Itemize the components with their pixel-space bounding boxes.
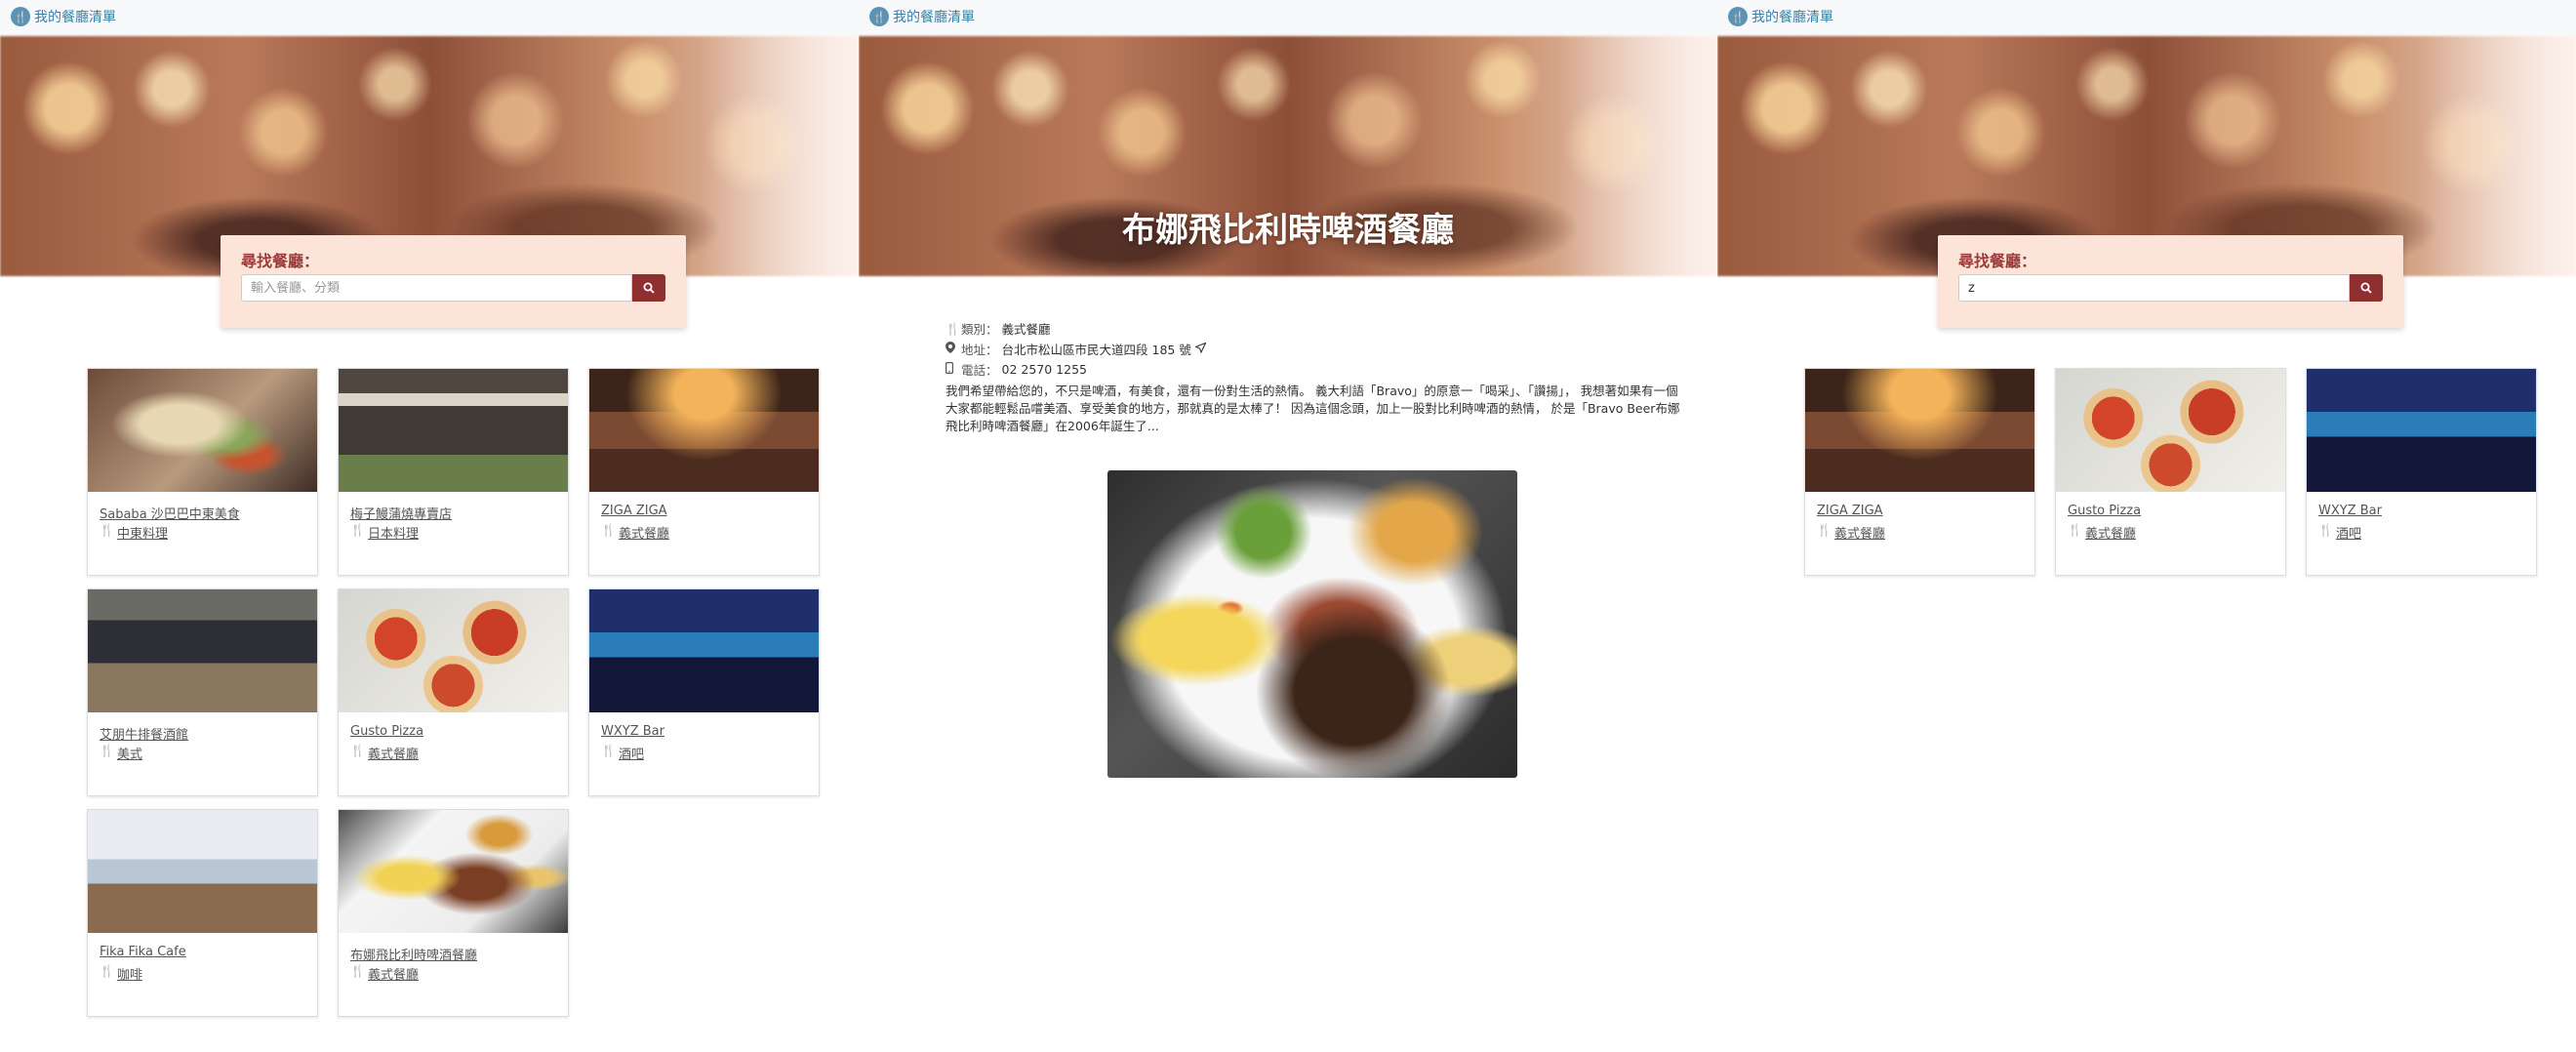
restaurant-card[interactable]: Gusto Pizza 🍴 義式餐廳 <box>2055 368 2286 576</box>
search-title: 尋找餐廳： <box>1958 252 2037 270</box>
brand-label: 我的餐廳清單 <box>34 10 116 25</box>
search-input[interactable] <box>1958 274 2350 302</box>
restaurant-name[interactable]: 艾朋牛排餐酒館 <box>100 724 188 743</box>
search-panel: 尋找餐廳： <box>221 235 686 328</box>
utensils-icon: 🍴 <box>946 321 960 336</box>
utensils-icon: 🍴 <box>350 964 365 978</box>
restaurant-thumbnail[interactable] <box>589 369 819 492</box>
category-value: 義式餐廳 <box>1001 322 1051 337</box>
category-row: 🍴 類別： 義式餐廳 <box>946 318 1679 339</box>
restaurant-card[interactable]: 梅子鰻蒲燒專賣店 🍴 日本料理 <box>338 368 569 576</box>
search-results-page: 🍴 我的餐廳清單 尋找餐廳： ZIGA ZIGA 🍴義式餐廳 Gusto Piz… <box>1717 0 2576 1052</box>
restaurant-name[interactable]: 梅子鰻蒲燒專賣店 <box>350 504 452 522</box>
phone-row: 電話： 02 2570 1255 <box>946 359 1679 380</box>
restaurant-thumbnail[interactable] <box>1805 369 2034 492</box>
restaurant-category: 🍴 酒吧 <box>601 744 644 762</box>
restaurant-thumbnail[interactable] <box>2056 369 2285 492</box>
detail-page: 🍴 我的餐廳清單 布娜飛比利時啤酒餐廳 🍴 類別： 義式餐廳 地址： 台北市松山… <box>859 0 1717 1052</box>
utensils-icon: 🍴 <box>100 744 114 757</box>
brand-link[interactable]: 🍴 我的餐廳清單 <box>1728 7 1833 26</box>
restaurant-card[interactable]: 艾朋牛排餐酒館 🍴 美式 <box>87 588 318 796</box>
utensils-icon: 🍴 <box>100 523 114 537</box>
search-button[interactable] <box>632 274 665 302</box>
restaurant-card[interactable]: WXYZ Bar 🍴 酒吧 <box>588 588 820 796</box>
search-title: 尋找餐廳： <box>241 252 320 270</box>
restaurant-card[interactable]: 布娜飛比利時啤酒餐廳 🍴 義式餐廳 <box>338 809 569 1017</box>
restaurant-card[interactable]: Fika Fika Cafe 🍴 咖啡 <box>87 809 318 1017</box>
restaurant-card[interactable]: ZIGA ZIGA 🍴 義式餐廳 <box>588 368 820 576</box>
search-icon <box>2360 282 2372 294</box>
utensils-icon: 🍴 <box>2068 523 2082 537</box>
phone-icon <box>946 362 957 377</box>
restaurant-category: 🍴 義式餐廳 <box>2068 523 2136 542</box>
navbar: 🍴 我的餐廳清單 <box>0 0 859 36</box>
restaurant-thumbnail[interactable] <box>339 810 568 933</box>
restaurant-description: 我們希望帶給您的，不只是啤酒，有美食，還有一份對生活的熱情。 義大利語「Brav… <box>946 384 1680 433</box>
phone-label: 電話： <box>961 363 998 378</box>
phone-value: 02 2570 1255 <box>1001 362 1087 377</box>
utensils-icon: 🍴 <box>601 523 616 537</box>
restaurant-thumbnail[interactable] <box>88 810 317 933</box>
restaurant-name[interactable]: 布娜飛比利時啤酒餐廳 <box>350 945 477 963</box>
restaurant-name[interactable]: WXYZ Bar <box>601 724 664 739</box>
address-row: 地址： 台北市松山區市民大道四段 185 號 <box>946 339 1679 359</box>
address-value: 台北市松山區市民大道四段 185 號 <box>1001 343 1191 357</box>
restaurant-name[interactable]: WXYZ Bar <box>2318 504 2382 518</box>
utensils-icon: 🍴 <box>2318 523 2333 537</box>
restaurant-category: 🍴 咖啡 <box>100 964 142 983</box>
restaurant-category: 🍴 酒吧 <box>2318 523 2361 542</box>
location-arrow-icon[interactable] <box>1193 342 1207 356</box>
restaurant-category: 🍴 義式餐廳 <box>350 744 419 762</box>
restaurant-photo <box>1107 470 1517 778</box>
index-page: 🍴 我的餐廳清單 尋找餐廳： Sababa 沙巴巴中東美食 🍴中東料理 梅子鰻蒲… <box>0 0 859 1052</box>
utensils-icon: 🍴 <box>1817 523 1831 537</box>
restaurant-category: 🍴 中東料理 <box>100 523 168 542</box>
restaurant-thumbnail[interactable] <box>88 369 317 492</box>
restaurant-name[interactable]: Sababa 沙巴巴中東美食 <box>100 504 240 522</box>
restaurant-name[interactable]: Fika Fika Cafe <box>100 945 186 959</box>
restaurant-title: 布娜飛比利時啤酒餐廳 <box>1122 211 1454 250</box>
restaurant-name[interactable]: ZIGA ZIGA <box>601 504 667 518</box>
navbar: 🍴 我的餐廳清單 <box>1717 0 2576 36</box>
restaurant-thumbnail[interactable] <box>88 589 317 712</box>
search-input[interactable] <box>241 274 632 302</box>
restaurant-category: 🍴 美式 <box>100 744 142 762</box>
restaurant-name[interactable]: ZIGA ZIGA <box>1817 504 1883 518</box>
brand-link[interactable]: 🍴 我的餐廳清單 <box>869 7 975 26</box>
utensils-icon: 🍴 <box>869 7 889 26</box>
restaurant-name[interactable]: Gusto Pizza <box>350 724 423 739</box>
restaurant-name[interactable]: Gusto Pizza <box>2068 504 2141 518</box>
map-marker-icon <box>946 342 957 356</box>
search-panel: 尋找餐廳： <box>1938 235 2403 328</box>
restaurant-card[interactable]: WXYZ Bar 🍴 酒吧 <box>2306 368 2537 576</box>
utensils-icon: 🍴 <box>350 744 365 757</box>
brand-link[interactable]: 🍴 我的餐廳清單 <box>11 7 116 26</box>
restaurant-thumbnail[interactable] <box>589 589 819 712</box>
brand-label: 我的餐廳清單 <box>893 10 975 25</box>
address-label: 地址： <box>961 343 998 357</box>
restaurant-card[interactable]: Sababa 沙巴巴中東美食 🍴 中東料理 <box>87 368 318 576</box>
utensils-icon: 🍴 <box>1728 7 1748 26</box>
restaurant-category: 🍴 義式餐廳 <box>601 523 669 542</box>
navbar: 🍴 我的餐廳清單 <box>859 0 1717 36</box>
search-icon <box>643 282 655 294</box>
utensils-icon: 🍴 <box>100 964 114 978</box>
restaurant-thumbnail[interactable] <box>339 589 568 712</box>
utensils-icon: 🍴 <box>601 744 616 757</box>
restaurant-category: 🍴 義式餐廳 <box>350 964 419 983</box>
search-button[interactable] <box>2350 274 2383 302</box>
brand-label: 我的餐廳清單 <box>1751 10 1833 25</box>
utensils-icon: 🍴 <box>350 523 365 537</box>
restaurant-card[interactable]: ZIGA ZIGA 🍴 義式餐廳 <box>1804 368 2035 576</box>
restaurant-thumbnail[interactable] <box>339 369 568 492</box>
restaurant-info: 🍴 類別： 義式餐廳 地址： 台北市松山區市民大道四段 185 號 電話： 02… <box>946 318 1679 380</box>
utensils-icon: 🍴 <box>11 7 30 26</box>
restaurant-card[interactable]: Gusto Pizza 🍴 義式餐廳 <box>338 588 569 796</box>
restaurant-category: 🍴 日本料理 <box>350 523 419 542</box>
restaurant-category: 🍴 義式餐廳 <box>1817 523 1885 542</box>
category-label: 類別： <box>961 322 998 337</box>
restaurant-thumbnail[interactable] <box>2307 369 2536 492</box>
